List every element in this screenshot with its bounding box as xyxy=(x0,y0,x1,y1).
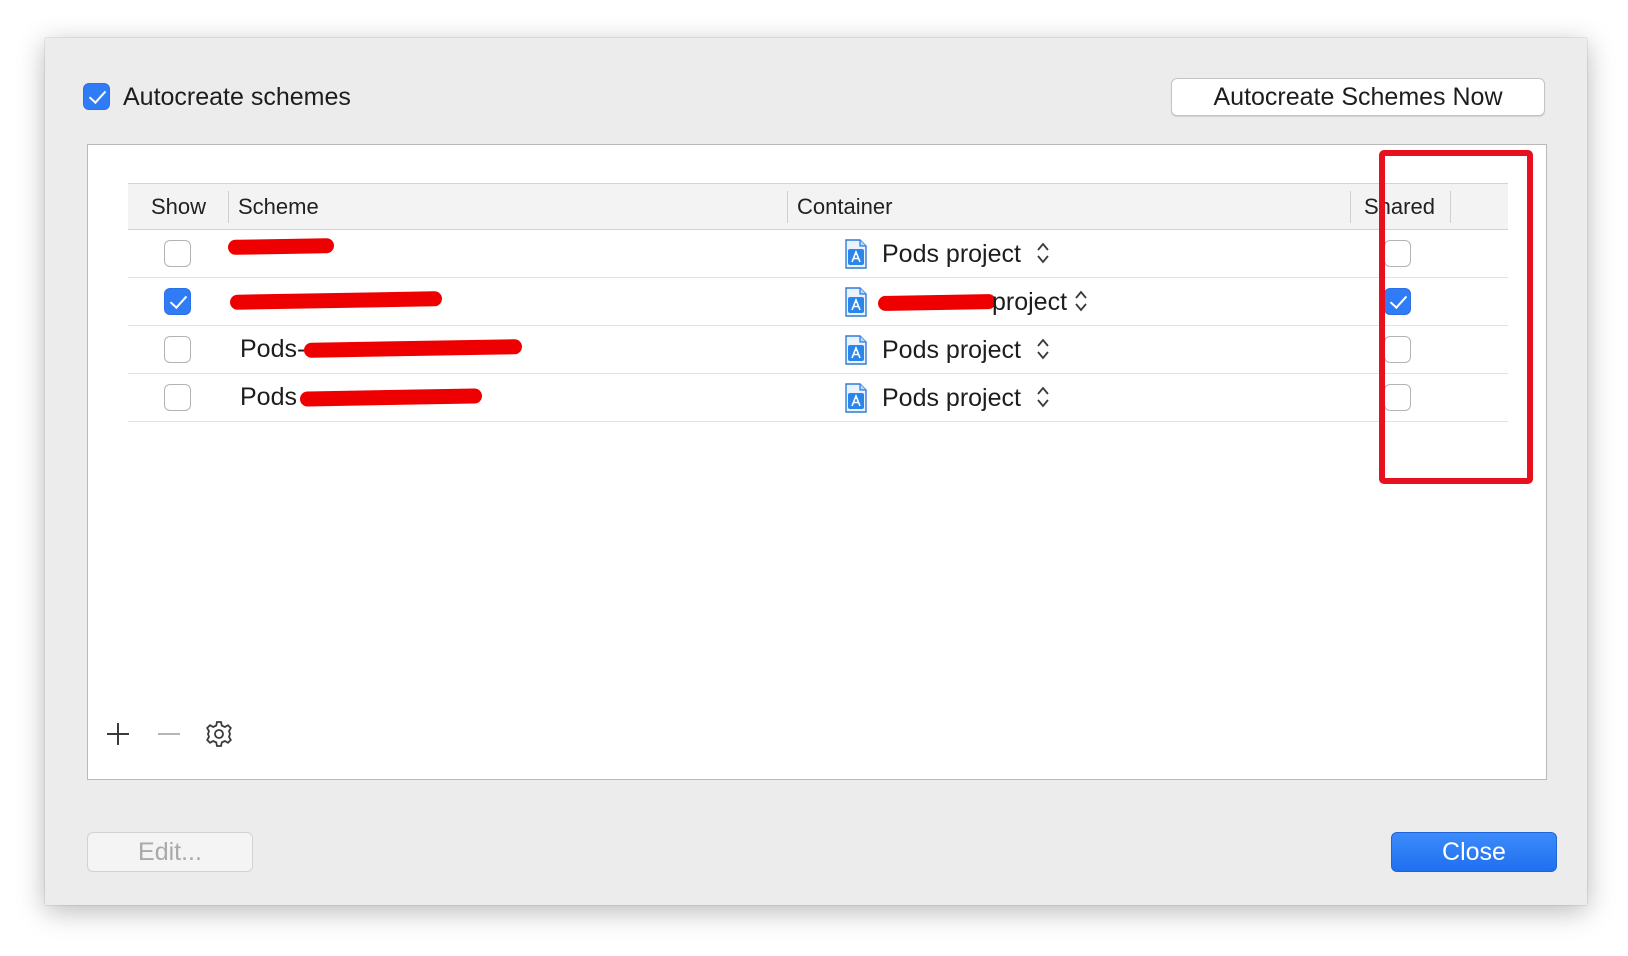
table-row[interactable]: Pods project xyxy=(128,230,1508,278)
container-label: project xyxy=(992,288,1068,316)
show-checkbox[interactable] xyxy=(164,240,191,267)
plus-icon[interactable] xyxy=(103,719,133,749)
column-divider[interactable] xyxy=(1350,191,1351,223)
edit-button[interactable]: Edit... xyxy=(87,832,253,872)
container-label: Pods project xyxy=(882,384,1021,412)
schemes-table-panel: Show Scheme Container Shared Pods projec xyxy=(87,144,1547,780)
manage-schemes-sheet: Autocreate schemes Autocreate Schemes No… xyxy=(45,38,1587,905)
xcode-project-icon xyxy=(845,287,867,317)
xcode-project-icon xyxy=(845,335,867,365)
table-row[interactable]: project xyxy=(128,278,1508,326)
table-row[interactable]: Pods Pods project xyxy=(128,374,1508,422)
popup-stepper-icon xyxy=(1037,242,1049,264)
popup-stepper-icon xyxy=(1075,290,1087,312)
show-checkbox[interactable] xyxy=(164,288,191,315)
redaction-mark xyxy=(229,291,443,310)
autocreate-schemes-checkbox[interactable] xyxy=(83,83,110,110)
column-divider[interactable] xyxy=(228,191,229,223)
annotation-highlight-box xyxy=(1379,150,1533,484)
column-divider[interactable] xyxy=(787,191,788,223)
popup-stepper-icon xyxy=(1037,338,1049,360)
container-label: Pods project xyxy=(882,336,1021,364)
close-button[interactable]: Close xyxy=(1391,832,1557,872)
container-label: Pods project xyxy=(882,240,1021,268)
column-header-container[interactable]: Container xyxy=(797,184,892,230)
scheme-name: Pods xyxy=(240,383,297,411)
popup-stepper-icon xyxy=(1037,386,1049,408)
redaction-mark xyxy=(303,339,523,358)
column-header-scheme[interactable]: Scheme xyxy=(238,184,319,230)
table-row[interactable]: Pods- Pods project xyxy=(128,326,1508,374)
table-header: Show Scheme Container Shared xyxy=(128,183,1508,230)
column-header-show[interactable]: Show xyxy=(151,184,206,230)
minus-icon[interactable] xyxy=(154,719,184,749)
redaction-mark xyxy=(877,293,997,312)
xcode-project-icon xyxy=(845,383,867,413)
show-checkbox[interactable] xyxy=(164,336,191,363)
show-checkbox[interactable] xyxy=(164,384,191,411)
redaction-mark xyxy=(299,388,483,407)
autocreate-schemes-now-button[interactable]: Autocreate Schemes Now xyxy=(1171,78,1545,116)
scheme-name: Pods- xyxy=(240,335,306,363)
xcode-project-icon xyxy=(845,239,867,269)
redaction-mark xyxy=(227,238,335,255)
autocreate-schemes-label: Autocreate schemes xyxy=(123,83,351,111)
gear-icon[interactable] xyxy=(204,719,234,749)
